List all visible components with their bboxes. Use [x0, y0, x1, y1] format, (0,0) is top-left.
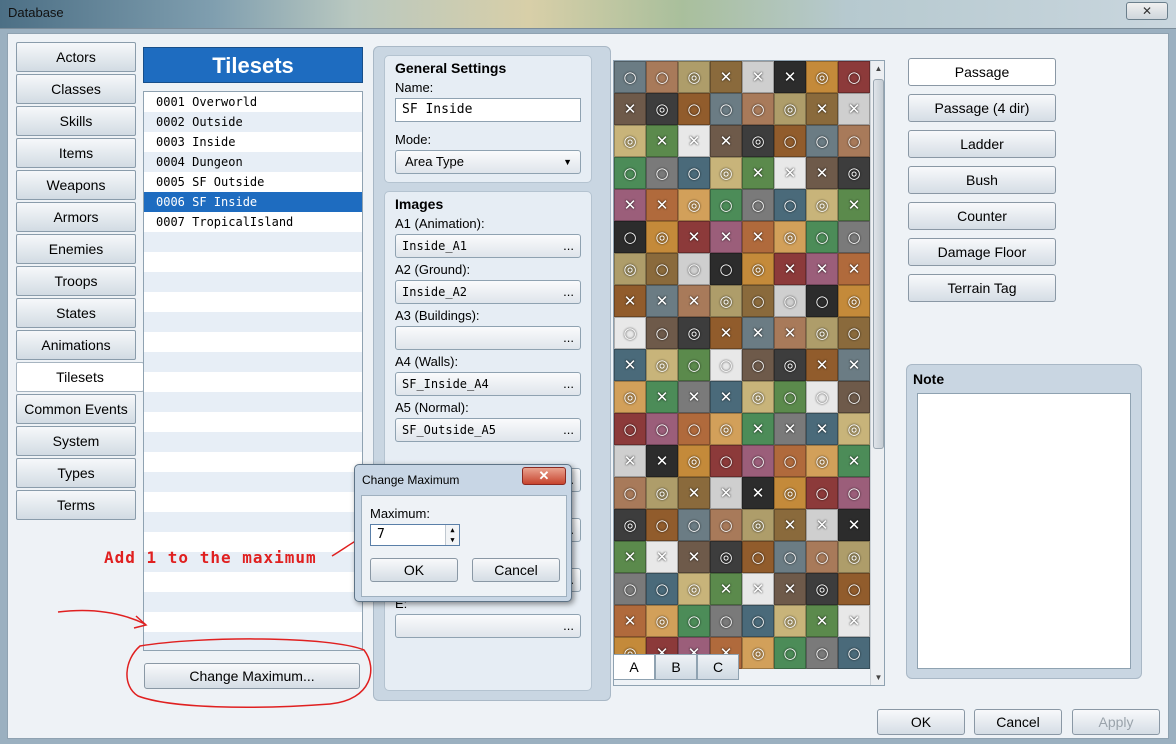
- maximum-value: 7: [377, 527, 385, 542]
- annotation-arrow-to-list: [57, 609, 146, 625]
- dialog-cancel-button[interactable]: Cancel: [472, 558, 560, 582]
- annotation-marks: [57, 529, 372, 709]
- maximum-stepper[interactable]: 7 ▲ ▼: [370, 524, 460, 546]
- dialog-body: Maximum: 7 ▲ ▼ OK Cancel: [361, 495, 567, 597]
- dialog-close-button[interactable]: ✕: [522, 467, 566, 485]
- dialog-ok-button[interactable]: OK: [370, 558, 458, 582]
- stepper-arrows-icon[interactable]: ▲ ▼: [445, 525, 459, 545]
- dialog-title: Change Maximum: [362, 473, 460, 487]
- change-maximum-dialog: Change Maximum ✕ Maximum: 7 ▲ ▼ OK Cancel: [354, 464, 572, 602]
- maximum-label: Maximum:: [370, 506, 430, 521]
- annotation-circle: [126, 638, 372, 709]
